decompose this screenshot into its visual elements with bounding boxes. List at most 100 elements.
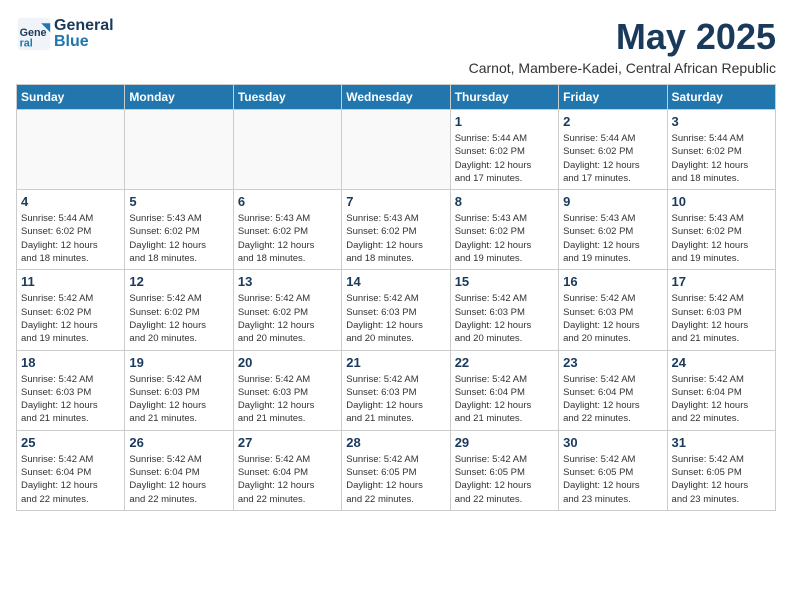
day-info: Sunrise: 5:42 AM Sunset: 6:03 PM Dayligh… <box>672 292 771 345</box>
day-info: Sunrise: 5:42 AM Sunset: 6:05 PM Dayligh… <box>672 453 771 506</box>
calendar-cell: 3 Sunrise: 5:44 AM Sunset: 6:02 PM Daylig… <box>667 110 775 190</box>
calendar-cell: 13 Sunrise: 5:42 AM Sunset: 6:02 PM Dayli… <box>233 270 341 350</box>
calendar-table: Sunday Monday Tuesday Wednesday Thursday… <box>16 84 776 511</box>
calendar-cell <box>233 110 341 190</box>
day-info: Sunrise: 5:42 AM Sunset: 6:03 PM Dayligh… <box>563 292 662 345</box>
day-info: Sunrise: 5:44 AM Sunset: 6:02 PM Dayligh… <box>455 132 554 185</box>
month-title: May 2025 <box>469 16 776 58</box>
logo-text: General Blue <box>54 18 114 50</box>
calendar-cell: 4 Sunrise: 5:44 AM Sunset: 6:02 PM Daylig… <box>17 190 125 270</box>
calendar-cell: 23Sunrise: 5:42 AM Sunset: 6:04 PM Dayli… <box>559 350 667 430</box>
day-info: Sunrise: 5:42 AM Sunset: 6:03 PM Dayligh… <box>346 292 445 345</box>
logo: Gene ral General Blue <box>16 16 114 52</box>
day-number: 23 <box>563 355 662 370</box>
calendar-cell: 11Sunrise: 5:42 AM Sunset: 6:02 PM Dayli… <box>17 270 125 350</box>
calendar-cell: 16 Sunrise: 5:42 AM Sunset: 6:03 PM Dayli… <box>559 270 667 350</box>
day-info: Sunrise: 5:43 AM Sunset: 6:02 PM Dayligh… <box>672 212 771 265</box>
calendar-cell: 10 Sunrise: 5:43 AM Sunset: 6:02 PM Dayli… <box>667 190 775 270</box>
svg-text:ral: ral <box>20 38 33 50</box>
day-number: 16 <box>563 274 662 289</box>
day-number: 24 <box>672 355 771 370</box>
header-sunday: Sunday <box>17 85 125 110</box>
day-number: 11 <box>21 274 120 289</box>
calendar-cell: 31Sunrise: 5:42 AM Sunset: 6:05 PM Dayli… <box>667 430 775 510</box>
day-number: 26 <box>129 435 228 450</box>
header-monday: Monday <box>125 85 233 110</box>
day-number: 14 <box>346 274 445 289</box>
day-number: 20 <box>238 355 337 370</box>
calendar-cell: 18 Sunrise: 5:42 AM Sunset: 6:03 PM Dayli… <box>17 350 125 430</box>
calendar-cell: 25 Sunrise: 5:42 AM Sunset: 6:04 PM Dayli… <box>17 430 125 510</box>
calendar-cell <box>125 110 233 190</box>
day-number: 8 <box>455 194 554 209</box>
day-info: Sunrise: 5:42 AM Sunset: 6:04 PM Dayligh… <box>21 453 120 506</box>
calendar-cell: 26Sunrise: 5:42 AM Sunset: 6:04 PM Dayli… <box>125 430 233 510</box>
day-number: 17 <box>672 274 771 289</box>
header-tuesday: Tuesday <box>233 85 341 110</box>
calendar-cell: 12Sunrise: 5:42 AM Sunset: 6:02 PM Dayli… <box>125 270 233 350</box>
day-info: Sunrise: 5:42 AM Sunset: 6:03 PM Dayligh… <box>129 373 228 426</box>
calendar-week-row: 25 Sunrise: 5:42 AM Sunset: 6:04 PM Dayli… <box>17 430 776 510</box>
calendar-cell: 5 Sunrise: 5:43 AM Sunset: 6:02 PM Daylig… <box>125 190 233 270</box>
day-info: Sunrise: 5:42 AM Sunset: 6:05 PM Dayligh… <box>455 453 554 506</box>
location-title: Carnot, Mambere-Kadei, Central African R… <box>469 60 776 76</box>
day-number: 4 <box>21 194 120 209</box>
day-info: Sunrise: 5:42 AM Sunset: 6:05 PM Dayligh… <box>563 453 662 506</box>
day-number: 19 <box>129 355 228 370</box>
day-info: Sunrise: 5:44 AM Sunset: 6:02 PM Dayligh… <box>21 212 120 265</box>
day-number: 7 <box>346 194 445 209</box>
header-saturday: Saturday <box>667 85 775 110</box>
day-number: 13 <box>238 274 337 289</box>
day-number: 5 <box>129 194 228 209</box>
logo-icon: Gene ral <box>16 16 52 52</box>
calendar-cell: 22 Sunrise: 5:42 AM Sunset: 6:04 PM Dayli… <box>450 350 558 430</box>
day-number: 22 <box>455 355 554 370</box>
day-info: Sunrise: 5:42 AM Sunset: 6:04 PM Dayligh… <box>672 373 771 426</box>
calendar-cell <box>342 110 450 190</box>
calendar-cell: 17 Sunrise: 5:42 AM Sunset: 6:03 PM Dayli… <box>667 270 775 350</box>
day-number: 3 <box>672 114 771 129</box>
day-number: 30 <box>563 435 662 450</box>
header-thursday: Thursday <box>450 85 558 110</box>
day-info: Sunrise: 5:42 AM Sunset: 6:02 PM Dayligh… <box>238 292 337 345</box>
header-friday: Friday <box>559 85 667 110</box>
calendar-cell: 6Sunrise: 5:43 AM Sunset: 6:02 PM Daylig… <box>233 190 341 270</box>
day-info: Sunrise: 5:44 AM Sunset: 6:02 PM Dayligh… <box>563 132 662 185</box>
calendar-week-row: 4 Sunrise: 5:44 AM Sunset: 6:02 PM Daylig… <box>17 190 776 270</box>
day-info: Sunrise: 5:42 AM Sunset: 6:03 PM Dayligh… <box>21 373 120 426</box>
calendar-header-row: Sunday Monday Tuesday Wednesday Thursday… <box>17 85 776 110</box>
day-number: 9 <box>563 194 662 209</box>
calendar-cell: 2Sunrise: 5:44 AM Sunset: 6:02 PM Daylig… <box>559 110 667 190</box>
calendar-cell: 21Sunrise: 5:42 AM Sunset: 6:03 PM Dayli… <box>342 350 450 430</box>
day-info: Sunrise: 5:42 AM Sunset: 6:03 PM Dayligh… <box>238 373 337 426</box>
calendar-cell: 27Sunrise: 5:42 AM Sunset: 6:04 PM Dayli… <box>233 430 341 510</box>
day-info: Sunrise: 5:42 AM Sunset: 6:02 PM Dayligh… <box>129 292 228 345</box>
calendar-week-row: 18 Sunrise: 5:42 AM Sunset: 6:03 PM Dayli… <box>17 350 776 430</box>
calendar-cell: 30 Sunrise: 5:42 AM Sunset: 6:05 PM Dayli… <box>559 430 667 510</box>
day-info: Sunrise: 5:43 AM Sunset: 6:02 PM Dayligh… <box>455 212 554 265</box>
day-info: Sunrise: 5:42 AM Sunset: 6:05 PM Dayligh… <box>346 453 445 506</box>
calendar-cell: 24 Sunrise: 5:42 AM Sunset: 6:04 PM Dayli… <box>667 350 775 430</box>
day-info: Sunrise: 5:43 AM Sunset: 6:02 PM Dayligh… <box>129 212 228 265</box>
day-info: Sunrise: 5:42 AM Sunset: 6:04 PM Dayligh… <box>238 453 337 506</box>
calendar-cell: 28Sunrise: 5:42 AM Sunset: 6:05 PM Dayli… <box>342 430 450 510</box>
calendar-cell: 1Sunrise: 5:44 AM Sunset: 6:02 PM Daylig… <box>450 110 558 190</box>
calendar-cell: 19 Sunrise: 5:42 AM Sunset: 6:03 PM Dayli… <box>125 350 233 430</box>
day-info: Sunrise: 5:42 AM Sunset: 6:04 PM Dayligh… <box>455 373 554 426</box>
calendar-cell <box>17 110 125 190</box>
calendar-week-row: 1Sunrise: 5:44 AM Sunset: 6:02 PM Daylig… <box>17 110 776 190</box>
day-number: 10 <box>672 194 771 209</box>
day-info: Sunrise: 5:42 AM Sunset: 6:03 PM Dayligh… <box>455 292 554 345</box>
logo-blue: Blue <box>54 34 114 50</box>
day-info: Sunrise: 5:43 AM Sunset: 6:02 PM Dayligh… <box>238 212 337 265</box>
day-info: Sunrise: 5:43 AM Sunset: 6:02 PM Dayligh… <box>563 212 662 265</box>
calendar-cell: 15Sunrise: 5:42 AM Sunset: 6:03 PM Dayli… <box>450 270 558 350</box>
day-info: Sunrise: 5:43 AM Sunset: 6:02 PM Dayligh… <box>346 212 445 265</box>
title-area: May 2025 Carnot, Mambere-Kadei, Central … <box>469 16 776 76</box>
day-number: 25 <box>21 435 120 450</box>
calendar-cell: 29Sunrise: 5:42 AM Sunset: 6:05 PM Dayli… <box>450 430 558 510</box>
header-wednesday: Wednesday <box>342 85 450 110</box>
day-number: 18 <box>21 355 120 370</box>
calendar-cell: 9 Sunrise: 5:43 AM Sunset: 6:02 PM Daylig… <box>559 190 667 270</box>
day-info: Sunrise: 5:44 AM Sunset: 6:02 PM Dayligh… <box>672 132 771 185</box>
